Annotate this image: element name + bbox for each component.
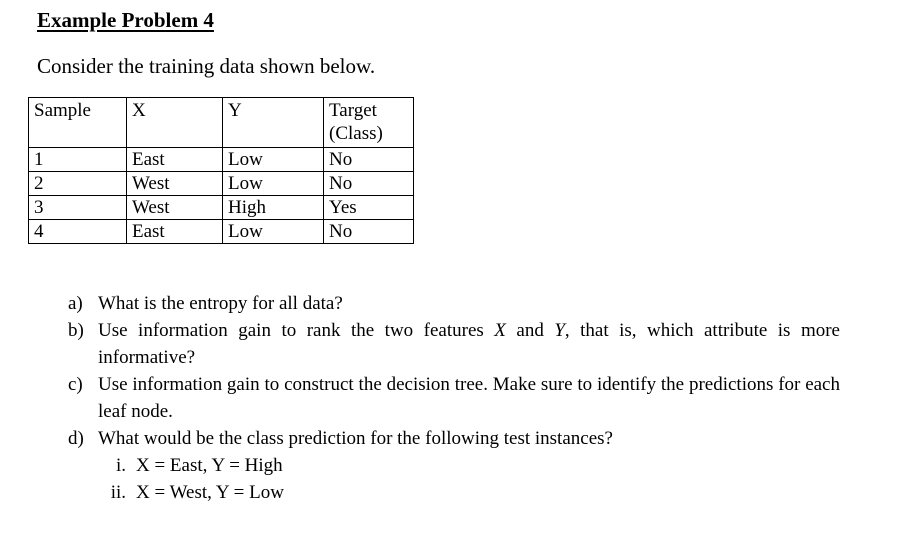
cell-y: Low bbox=[222, 147, 324, 172]
training-data-table: Sample X Y Target (Class) 1 East Low No 2… bbox=[28, 97, 414, 244]
question-text: What is the entropy for all data? bbox=[98, 293, 343, 314]
problem-title: Example Problem 4 bbox=[37, 8, 214, 32]
cell-target: No bbox=[323, 171, 414, 196]
cell-x: West bbox=[126, 171, 223, 196]
cell-sample: 4 bbox=[28, 219, 127, 244]
header-y: Y bbox=[222, 97, 324, 148]
question-text: Use information gain to rank the two fea… bbox=[98, 317, 840, 371]
intro-text: Consider the training data shown below. bbox=[37, 54, 376, 78]
question-text-part: Use information gain to rank the two fea… bbox=[98, 320, 495, 341]
cell-y: High bbox=[222, 195, 324, 220]
header-target-line2: (Class) bbox=[329, 123, 383, 144]
question-text: Use information gain to construct the de… bbox=[98, 374, 840, 422]
table-header-row: Sample X Y Target (Class) bbox=[28, 97, 414, 148]
header-x: X bbox=[126, 97, 223, 148]
cell-sample: 3 bbox=[28, 195, 127, 220]
table-row: 2 West Low No bbox=[28, 171, 414, 196]
instance-text: X = East, Y = High bbox=[136, 455, 283, 476]
question-text: What would be the class prediction for t… bbox=[98, 428, 613, 449]
variable-y: Y bbox=[554, 320, 565, 341]
question-label: d) bbox=[68, 428, 84, 449]
question-b: b) Use information gain to rank the two … bbox=[68, 317, 840, 371]
cell-sample: 1 bbox=[28, 147, 127, 172]
header-sample: Sample bbox=[28, 97, 127, 148]
header-target-line1: Target bbox=[329, 100, 377, 121]
header-target: Target (Class) bbox=[323, 97, 414, 148]
cell-target: No bbox=[323, 147, 414, 172]
instance-label: i. bbox=[115, 455, 126, 476]
cell-x: East bbox=[126, 219, 223, 244]
cell-x: West bbox=[126, 195, 223, 220]
cell-target: No bbox=[323, 219, 414, 244]
instance-text: X = West, Y = Low bbox=[136, 482, 284, 503]
table-row: 1 East Low No bbox=[28, 147, 414, 172]
cell-target: Yes bbox=[323, 195, 414, 220]
cell-y: Low bbox=[222, 171, 324, 196]
table-row: 4 East Low No bbox=[28, 219, 414, 244]
question-label: c) bbox=[68, 374, 83, 395]
question-list: a) What is the entropy for all data? b) … bbox=[68, 290, 840, 452]
cell-y: Low bbox=[222, 219, 324, 244]
table-row: 3 West High Yes bbox=[28, 195, 414, 220]
cell-sample: 2 bbox=[28, 171, 127, 196]
question-text-part: and bbox=[505, 320, 555, 341]
question-label: b) bbox=[68, 320, 84, 341]
cell-x: East bbox=[126, 147, 223, 172]
question-a: a) What is the entropy for all data? bbox=[68, 290, 840, 317]
instance-label: ii. bbox=[110, 482, 126, 503]
variable-x: X bbox=[494, 320, 506, 341]
question-c: c) Use information gain to construct the… bbox=[68, 371, 840, 425]
question-d: d) What would be the class prediction fo… bbox=[68, 425, 840, 452]
question-label: a) bbox=[68, 293, 83, 314]
